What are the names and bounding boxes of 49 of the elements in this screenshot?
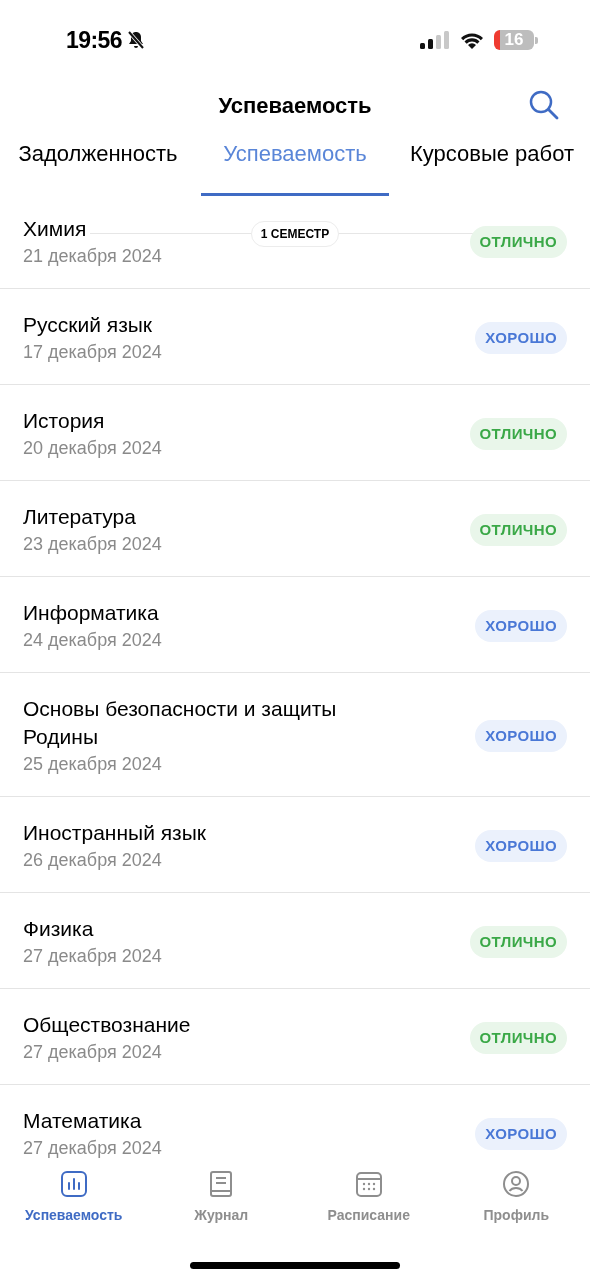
- grade-badge: ОТЛИЧНО: [469, 418, 567, 450]
- subject-name: История: [23, 408, 105, 434]
- exam-date: 20 декабря 2024: [23, 437, 162, 460]
- tab[interactable]: Задолженность: [16, 140, 180, 196]
- signal-icon: [420, 30, 450, 50]
- grade-badge: ОТЛИЧНО: [469, 514, 567, 546]
- exam-date: 21 декабря 2024: [23, 245, 162, 268]
- page-title: Успеваемость: [218, 91, 372, 120]
- subject-name: Химия: [23, 216, 87, 242]
- exam-date: 27 декабря 2024: [23, 945, 162, 968]
- exam-date: 17 декабря 2024: [23, 341, 162, 364]
- calendar-icon: [354, 1170, 383, 1198]
- grade-badge: ХОРОШО: [475, 322, 567, 354]
- nav-tab[interactable]: Успеваемость: [0, 1170, 148, 1224]
- exam-date: 27 декабря 2024: [23, 1041, 162, 1064]
- nav-tab[interactable]: Журнал: [147, 1170, 295, 1224]
- search-icon[interactable]: [528, 89, 560, 121]
- semester-label: 1 СЕМЕСТР: [250, 221, 340, 247]
- subject-name: Математика: [23, 1108, 142, 1134]
- subject-name: Физика: [23, 916, 94, 942]
- subject-name: Литература: [23, 504, 136, 530]
- subject-name: Иностранный язык: [23, 820, 206, 846]
- exam-date: 25 декабря 2024: [23, 753, 162, 776]
- tab[interactable]: Успеваемость: [201, 140, 389, 196]
- status-time: 19:56: [66, 25, 122, 55]
- profile-icon: [502, 1170, 531, 1198]
- chart-icon: [59, 1170, 88, 1198]
- wifi-icon: [459, 30, 485, 50]
- subject-name: Обществознание: [23, 1012, 191, 1038]
- nav-tab[interactable]: Расписание: [295, 1170, 443, 1224]
- tab[interactable]: Курсовые работ: [407, 140, 576, 196]
- subject-name: Основы безопасности и защиты Родины: [23, 696, 338, 750]
- grade-badge: ХОРОШО: [475, 720, 567, 752]
- grade-badge: ОТЛИЧНО: [469, 926, 567, 958]
- exam-date: 23 декабря 2024: [23, 533, 162, 556]
- battery-terminal: [535, 36, 538, 44]
- exam-date: 24 декабря 2024: [23, 629, 162, 652]
- battery-level: 16: [494, 30, 534, 50]
- subject-name: Русский язык: [23, 312, 153, 338]
- exam-date: 26 декабря 2024: [23, 849, 162, 872]
- bell-slash-icon: [125, 30, 146, 50]
- grade-badge: ОТЛИЧНО: [469, 226, 567, 258]
- grade-badge: ХОРОШО: [475, 830, 567, 862]
- subject-name: Информатика: [23, 600, 159, 626]
- grade-badge: ХОРОШО: [475, 1118, 567, 1150]
- grade-badge: ОТЛИЧНО: [469, 1022, 567, 1054]
- nav-tab[interactable]: Профиль: [442, 1170, 590, 1224]
- grade-badge: ХОРОШО: [475, 610, 567, 642]
- exam-date: 27 декабря 2024: [23, 1137, 162, 1160]
